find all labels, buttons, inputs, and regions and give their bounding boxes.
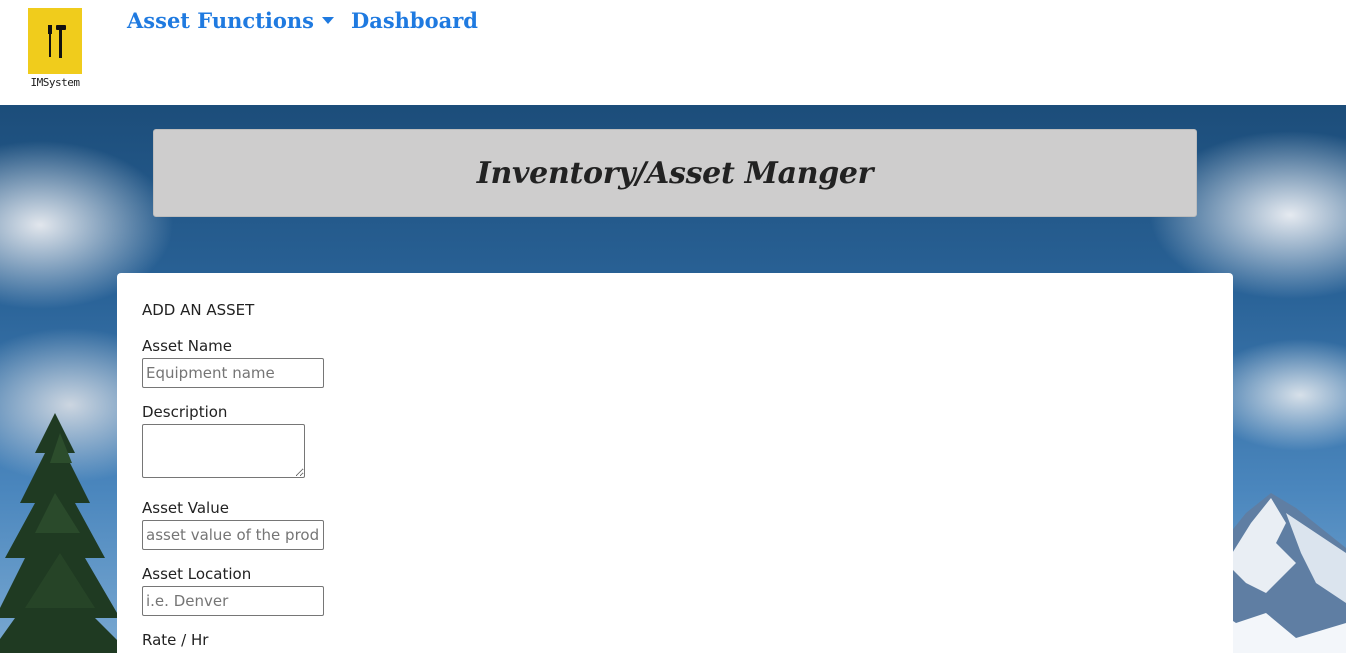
title-banner: Inventory/Asset Manger xyxy=(153,129,1197,217)
asset-value-input[interactable] xyxy=(142,520,324,550)
rate-per-hour-label: Rate / Hr xyxy=(142,631,209,649)
asset-name-label: Asset Name xyxy=(142,337,233,355)
add-asset-form: ADD AN ASSET Asset Name Description Asse… xyxy=(117,273,1233,653)
page-title: Inventory/Asset Manger xyxy=(476,155,874,191)
navbar: IMSystem Asset Functions Dashboard xyxy=(0,0,1346,105)
asset-location-input[interactable] xyxy=(142,586,324,616)
asset-functions-dropdown[interactable]: Asset Functions xyxy=(127,8,334,33)
imsystem-logo[interactable]: IMSystem xyxy=(28,8,82,92)
asset-location-label: Asset Location xyxy=(142,565,252,583)
description-label: Description xyxy=(142,403,228,421)
description-textarea[interactable] xyxy=(142,424,305,478)
tools-logo-icon xyxy=(28,8,82,74)
asset-name-input[interactable] xyxy=(142,358,324,388)
caret-down-icon xyxy=(321,17,334,24)
asset-value-label: Asset Value xyxy=(142,499,229,517)
logo-text: IMSystem xyxy=(30,76,80,89)
asset-functions-label: Asset Functions xyxy=(127,8,314,33)
form-heading: ADD AN ASSET xyxy=(142,301,255,319)
dashboard-link[interactable]: Dashboard xyxy=(351,8,478,33)
